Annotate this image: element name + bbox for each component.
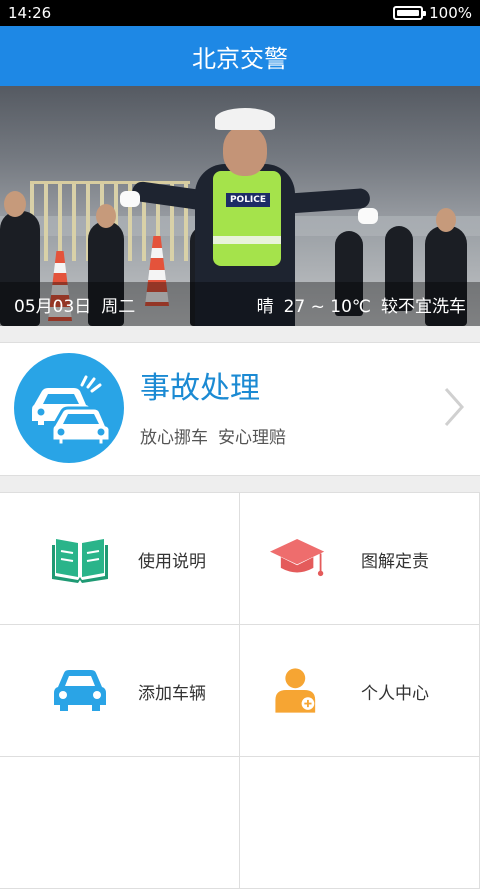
app-title: 北京交警 — [192, 44, 288, 73]
car-icon — [54, 670, 106, 711]
officer-head — [223, 126, 267, 176]
grid-item-label: 图解定责 — [361, 552, 429, 572]
accident-subtitle-move-car: 放心挪车 — [140, 428, 208, 448]
status-time: 14:26 — [8, 4, 52, 22]
weather-condition: 晴 — [256, 296, 274, 317]
grid-item-empty[interactable] — [240, 757, 480, 889]
date-text: 05月03日 — [14, 296, 92, 317]
grid-item-label: 个人中心 — [361, 684, 429, 704]
car-wash-index: 较不宜洗车 — [381, 296, 466, 317]
officer-cap — [215, 108, 275, 130]
weekday-text: 周二 — [101, 296, 136, 317]
accident-handling-card[interactable]: 事故处理 放心挪车 安心理赔 — [0, 342, 480, 476]
grid-item-personal-center[interactable]: 个人中心 — [240, 625, 480, 757]
battery-indicator: 100% — [393, 4, 472, 22]
officer-glove — [120, 191, 140, 207]
banner-figure-head — [96, 204, 116, 228]
person-icon — [275, 668, 316, 713]
accident-subtitle: 放心挪车 安心理赔 — [140, 423, 286, 448]
temperature-range: 27 ~ 10℃ — [283, 296, 371, 317]
officer-vest — [213, 171, 281, 266]
grid-item-user-guide[interactable]: 使用说明 — [0, 493, 240, 625]
accident-title: 事故处理 — [140, 371, 260, 406]
accident-subtitle-claims: 安心理赔 — [218, 428, 286, 448]
police-label: POLICE — [226, 193, 270, 207]
officer-vest-stripe — [213, 236, 281, 244]
function-grid: 使用说明 图解定责 添加车辆 个人中心 — [0, 492, 480, 889]
battery-level: 100% — [429, 4, 472, 22]
grid-item-add-vehicle[interactable]: 添加车辆 — [0, 625, 240, 757]
date-group: 05月03日 周二 — [14, 292, 135, 317]
app-bar: 北京交警 — [0, 26, 480, 86]
battery-icon — [393, 6, 427, 20]
weather-group: 晴 27 ~ 10℃ 较不宜洗车 — [257, 292, 466, 317]
two-cars-icon — [14, 353, 124, 463]
graduation-cap-icon — [270, 539, 325, 577]
banner-figure-head — [436, 208, 456, 232]
banner-figure-head — [4, 191, 26, 217]
grid-item-empty[interactable] — [0, 757, 240, 889]
grid-item-liability-diagram[interactable]: 图解定责 — [240, 493, 480, 625]
chevron-right-icon — [444, 388, 465, 426]
banner-carousel[interactable]: POLICE 05月03日 周二 晴 27 ~ 10℃ 较不宜洗车 — [0, 86, 480, 326]
officer-glove — [358, 208, 378, 224]
grid-item-label: 添加车辆 — [138, 684, 206, 704]
grid-item-label: 使用说明 — [138, 552, 206, 572]
book-icon — [52, 539, 108, 583]
status-bar: 14:26 100% — [0, 0, 480, 26]
weather-bar: 05月03日 周二 晴 27 ~ 10℃ 较不宜洗车 — [0, 282, 480, 326]
